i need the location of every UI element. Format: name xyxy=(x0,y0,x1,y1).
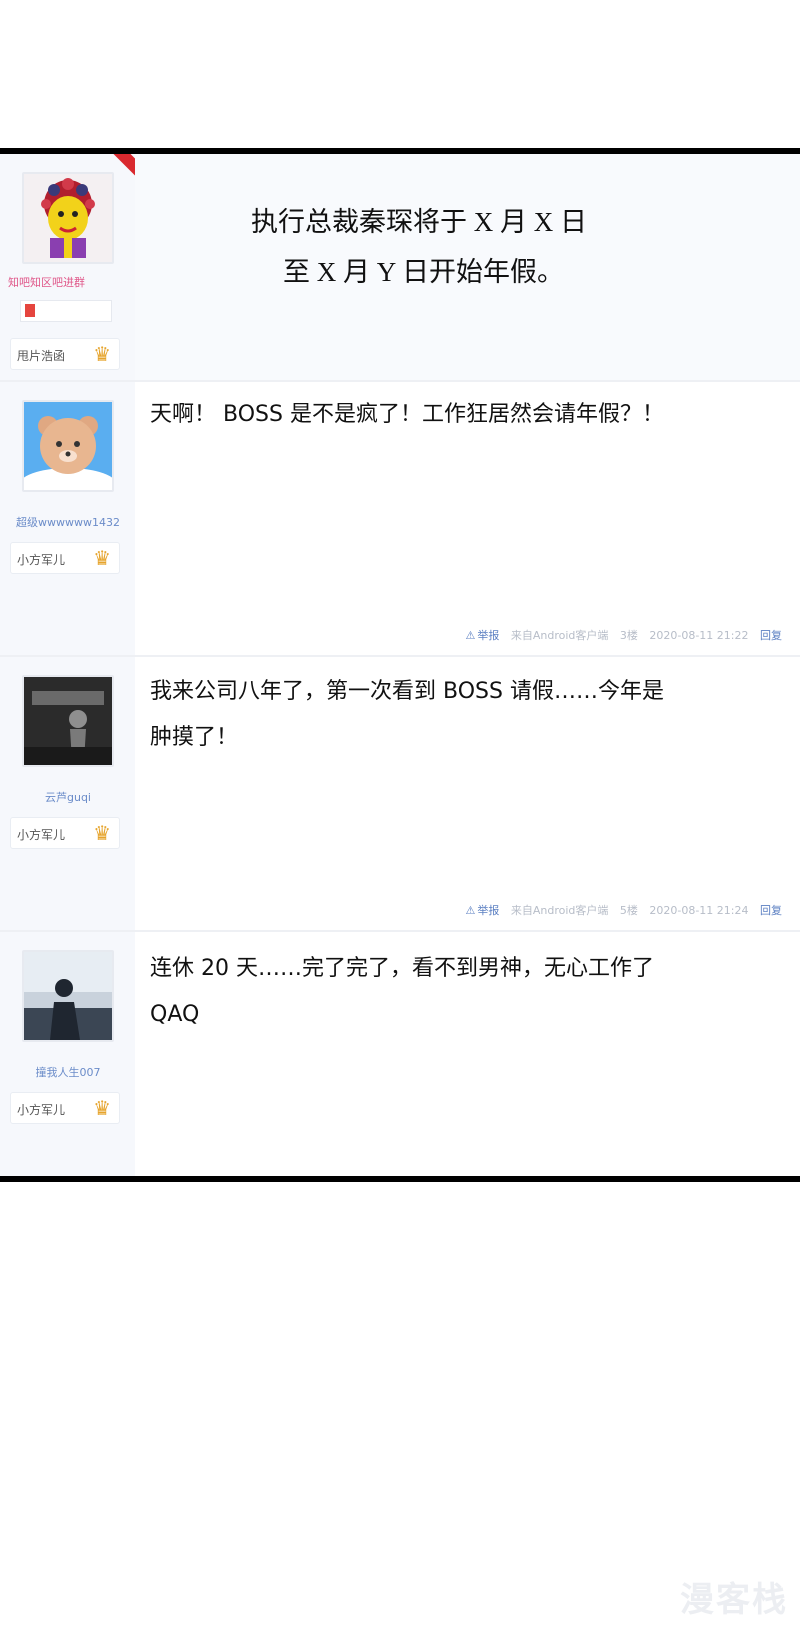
reply-post: 撞我人生007 小方军儿 ♛ 连休 20 天……完了完了，看不到男神，无心工作了… xyxy=(0,932,800,1176)
reply-content: 连休 20 天……完了完了，看不到男神，无心工作了 QAQ xyxy=(135,932,800,1176)
op-title-line2: 至 X 月 Y 日开始年假。 xyxy=(283,257,564,287)
reply-author-sidebar: 撞我人生007 小方军儿 ♛ xyxy=(0,932,135,1176)
reply-link[interactable]: 回复 xyxy=(760,904,782,917)
op-post: 知吧知区吧进群 甩片浩函 ♛ 执行总裁秦琛将于 X 月 X 日 至 X 月 Y … xyxy=(0,154,800,382)
reply-username[interactable]: 超级wwwwww1432 xyxy=(8,514,128,530)
op-corner-ribbon xyxy=(96,154,136,186)
warning-triangle-icon: ⚠ xyxy=(465,904,476,917)
post-floor: 5楼 xyxy=(619,904,638,917)
op-badge: 甩片浩函 ♛ xyxy=(10,338,120,370)
report-link[interactable]: 举报 xyxy=(477,629,499,642)
reply-author-sidebar: 超级wwwwww1432 小方军儿 ♛ xyxy=(0,382,135,655)
post-source: 来自Android客户端 xyxy=(510,904,609,917)
reply-badge-label: 小方军儿 xyxy=(17,553,66,567)
reply-badge: 小方军儿 ♛ xyxy=(10,542,120,574)
reply-badge-label: 小方军儿 xyxy=(17,828,66,842)
reply-link[interactable]: 回复 xyxy=(760,629,782,642)
post-source: 来自Android客户端 xyxy=(510,629,609,642)
post-meta: ⚠ 举报 来自Android客户端 3楼 2020-08-11 21:22 回复 xyxy=(457,627,782,643)
op-author-sidebar: 知吧知区吧进群 甩片浩函 ♛ xyxy=(0,154,136,380)
reply-badge-label: 小方军儿 xyxy=(17,1103,66,1117)
reply-avatar[interactable] xyxy=(22,675,114,767)
op-badge-label: 甩片浩函 xyxy=(17,349,66,363)
crown-icon: ♛ xyxy=(93,342,111,366)
reply-text-line1: 我来公司八年了，第一次看到 BOSS 请假……今年是 xyxy=(150,679,664,704)
reply-content: 我来公司八年了，第一次看到 BOSS 请假……今年是 肿摸了！ ⚠ 举报 来自An… xyxy=(135,657,800,930)
op-level-bar xyxy=(20,300,112,322)
reply-avatar[interactable] xyxy=(22,400,114,492)
reply-text-line1: 天啊！ BOSS 是不是疯了！工作狂居然会请年假？！ xyxy=(150,402,664,427)
post-time: 2020-08-11 21:24 xyxy=(649,904,749,917)
report-link[interactable]: 举报 xyxy=(477,904,499,917)
reply-badge: 小方军儿 ♛ xyxy=(10,1092,120,1124)
reply-content: 天啊！ BOSS 是不是疯了！工作狂居然会请年假？！ ⚠ 举报 来自Android… xyxy=(135,382,800,655)
crown-icon: ♛ xyxy=(93,1096,111,1120)
reply-text-line2: QAQ xyxy=(150,1002,200,1027)
warning-triangle-icon: ⚠ xyxy=(465,629,476,642)
post-meta: ⚠ 举报 来自Android客户端 5楼 2020-08-11 21:24 回复 xyxy=(457,902,782,918)
site-watermark: 漫客栈 xyxy=(680,1580,788,1620)
reply-username[interactable]: 撞我人生007 xyxy=(8,1064,128,1080)
reply-post: 云芦guqi 小方军儿 ♛ 我来公司八年了，第一次看到 BOSS 请假……今年是… xyxy=(0,657,800,932)
reply-username[interactable]: 云芦guqi xyxy=(8,789,128,805)
reply-badge: 小方军儿 ♛ xyxy=(10,817,120,849)
reply-author-sidebar: 云芦guqi 小方军儿 ♛ xyxy=(0,657,135,930)
reply-text-line1: 连休 20 天……完了完了，看不到男神，无心工作了 xyxy=(150,956,654,981)
reply-text-line2: 肿摸了！ xyxy=(150,725,239,750)
crown-icon: ♛ xyxy=(93,546,111,570)
forum-thread-panel: 知吧知区吧进群 甩片浩函 ♛ 执行总裁秦琛将于 X 月 X 日 至 X 月 Y … xyxy=(0,148,800,1182)
op-title-line1: 执行总裁秦琛将于 X 月 X 日 xyxy=(251,207,587,237)
op-username[interactable]: 知吧知区吧进群 xyxy=(8,274,128,290)
reply-avatar[interactable] xyxy=(22,950,114,1042)
post-floor: 3楼 xyxy=(619,629,638,642)
crown-icon: ♛ xyxy=(93,821,111,845)
reply-post: 超级wwwwww1432 小方军儿 ♛ 天啊！ BOSS 是不是疯了！工作狂居然… xyxy=(0,382,800,657)
op-content: 执行总裁秦琛将于 X 月 X 日 至 X 月 Y 日开始年假。 xyxy=(135,154,800,380)
post-time: 2020-08-11 21:22 xyxy=(649,629,749,642)
